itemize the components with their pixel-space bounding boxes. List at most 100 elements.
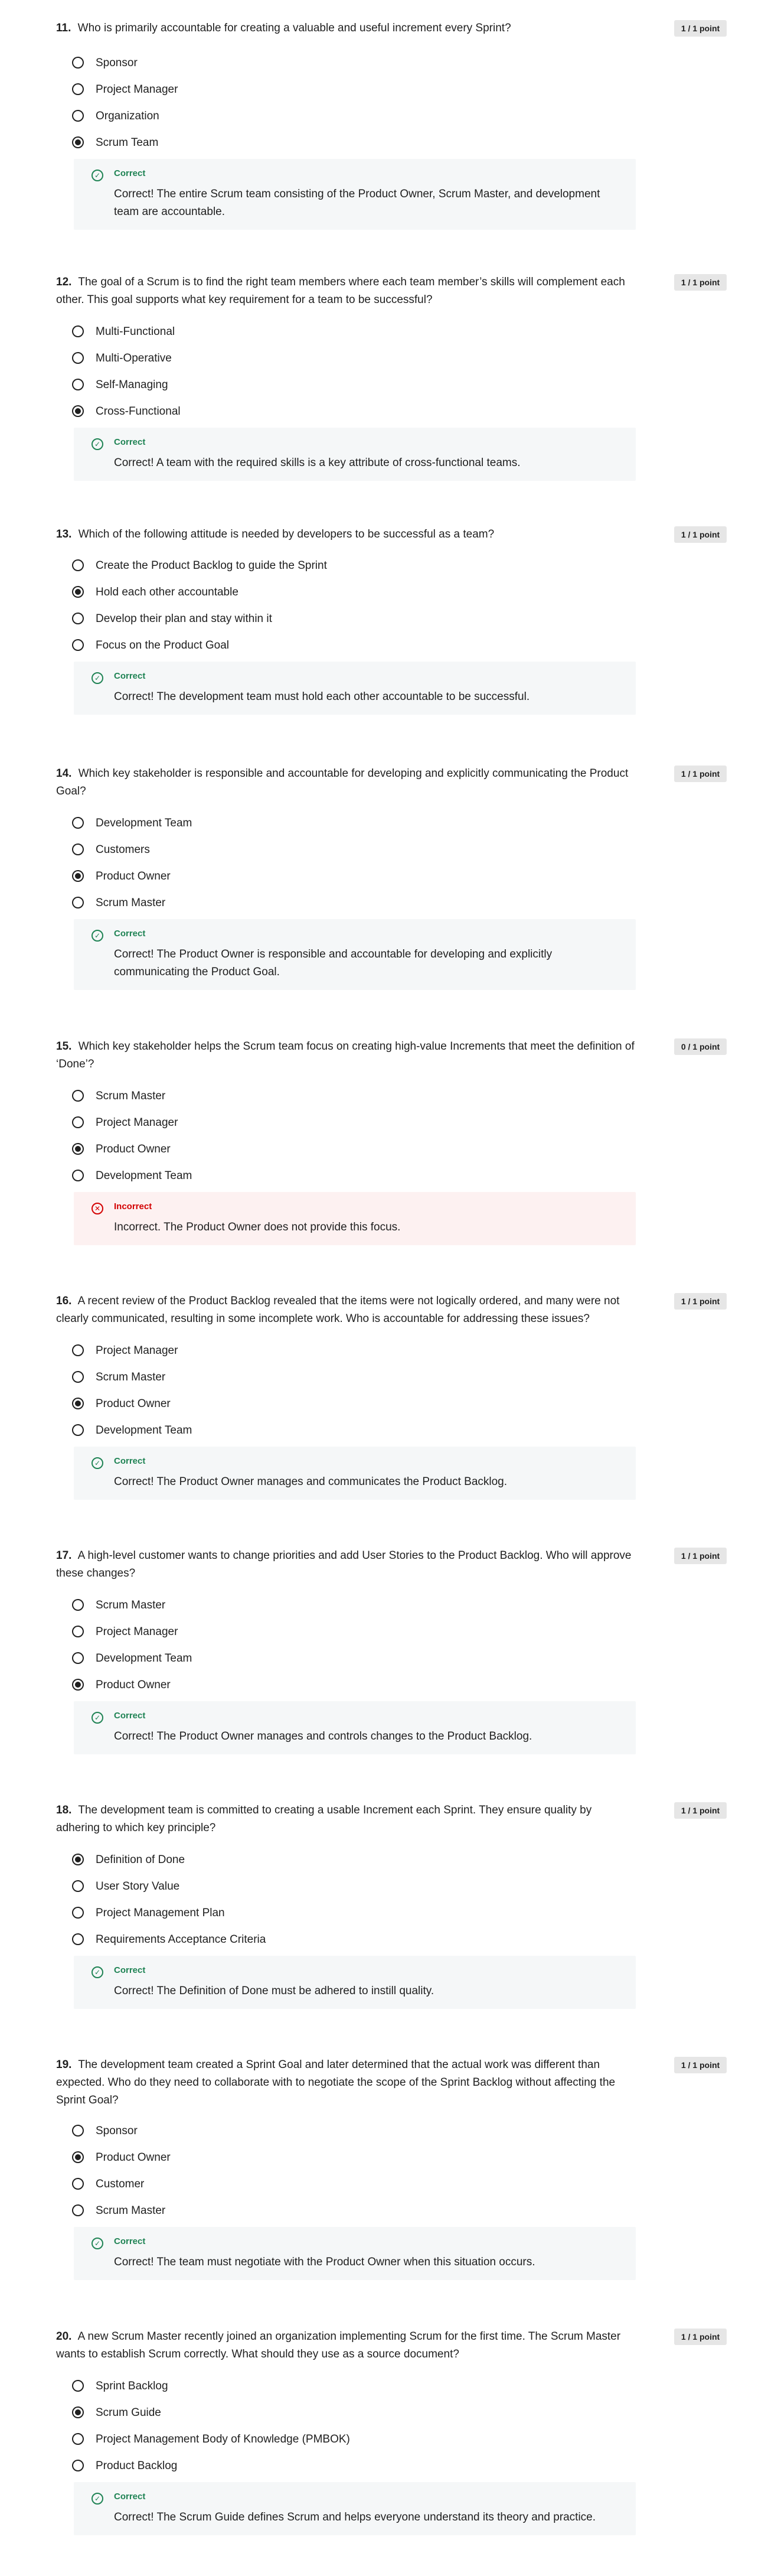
option-label: Focus on the Product Goal xyxy=(96,639,230,652)
question-prompt: 17. A high-level customer wants to chang… xyxy=(56,1547,638,1582)
question-prompt: 15. Which key stakeholder helps the Scru… xyxy=(56,1038,638,1073)
option-label: Product Owner xyxy=(96,2151,171,2164)
radio-button[interactable] xyxy=(72,897,84,908)
radio-button[interactable] xyxy=(72,1599,84,1611)
feedback-panel: ✓ Correct Correct! The entire Scrum team … xyxy=(74,159,636,230)
radio-button[interactable] xyxy=(72,1090,84,1102)
feedback-text: Correct! The Scrum Guide defines Scrum a… xyxy=(114,2511,596,2523)
question-prompt: 16. A recent review of the Product Backl… xyxy=(56,1292,638,1328)
radio-button[interactable] xyxy=(72,1424,84,1436)
radio-button[interactable] xyxy=(72,613,84,624)
radio-button[interactable] xyxy=(72,1371,84,1383)
radio-button[interactable] xyxy=(72,1344,84,1356)
feedback-panel: ✓ Correct Correct! The Scrum Guide define… xyxy=(74,2482,636,2535)
radio-button[interactable] xyxy=(72,352,84,364)
radio-button[interactable] xyxy=(72,2204,84,2216)
option-label: User Story Value xyxy=(96,1880,180,1893)
x-circle-icon: ✕ xyxy=(91,1203,103,1214)
radio-button-selected[interactable] xyxy=(72,2151,84,2163)
radio-button[interactable] xyxy=(72,2178,84,2190)
radio-button[interactable] xyxy=(72,1652,84,1664)
option-label: Project Manager xyxy=(96,1116,178,1129)
feedback-text: Correct! The Product Owner manages and c… xyxy=(114,1476,508,1488)
radio-button[interactable] xyxy=(72,110,84,122)
option-label: Development Team xyxy=(96,1170,192,1182)
option-label: Project Manager xyxy=(96,1626,178,1638)
radio-button[interactable] xyxy=(72,1116,84,1128)
question-number: 20. xyxy=(56,2330,72,2343)
question-text: The development team is committed to cre… xyxy=(56,1804,592,1834)
radio-button[interactable] xyxy=(72,1933,84,1945)
radio-button-selected[interactable] xyxy=(72,1679,84,1691)
radio-button[interactable] xyxy=(72,2460,84,2471)
feedback-text: Correct! The development team must hold … xyxy=(114,691,530,703)
radio-button[interactable] xyxy=(72,1880,84,1892)
radio-button-selected[interactable] xyxy=(72,870,84,882)
radio-button-selected[interactable] xyxy=(72,136,84,148)
option-label: Organization xyxy=(96,110,159,122)
feedback-panel: ✓ Correct Correct! The Product Owner mana… xyxy=(74,1447,636,1500)
points-badge: 1 / 1 point xyxy=(674,2329,727,2345)
option-label: Development Team xyxy=(96,1424,192,1437)
option-label: Product Backlog xyxy=(96,2460,178,2472)
feedback-text: Correct! A team with the required skills… xyxy=(114,457,521,469)
option-label: Customers xyxy=(96,844,150,856)
check-circle-icon: ✓ xyxy=(91,170,103,181)
question-number: 11. xyxy=(56,22,71,34)
radio-button[interactable] xyxy=(72,559,84,571)
radio-button[interactable] xyxy=(72,1626,84,1637)
option-label: Scrum Master xyxy=(96,1090,166,1102)
feedback-status: Correct xyxy=(114,671,146,681)
question-text: Which key stakeholder is responsible and… xyxy=(56,767,629,797)
feedback-text: Correct! The entire Scrum team consistin… xyxy=(114,188,600,218)
option-label: Sprint Backlog xyxy=(96,2380,168,2392)
question-text: Which of the following attitude is neede… xyxy=(78,528,495,540)
feedback-status: Correct xyxy=(114,1965,146,1975)
radio-button[interactable] xyxy=(72,83,84,95)
radio-button[interactable] xyxy=(72,325,84,337)
radio-button-selected[interactable] xyxy=(72,405,84,417)
radio-button[interactable] xyxy=(72,817,84,829)
question-prompt: 11. Who is primarily accountable for cre… xyxy=(56,19,638,37)
option-label: Project Manager xyxy=(96,1344,178,1357)
radio-button[interactable] xyxy=(72,1170,84,1181)
radio-button[interactable] xyxy=(72,2380,84,2392)
radio-button-selected[interactable] xyxy=(72,586,84,598)
option-label: Multi-Functional xyxy=(96,325,175,338)
question-text: The goal of a Scrum is to find the right… xyxy=(56,276,625,306)
option-label: Scrum Master xyxy=(96,1599,166,1611)
question-number: 19. xyxy=(56,2059,72,2071)
radio-button[interactable] xyxy=(72,2125,84,2137)
feedback-text: Correct! The Product Owner manages and c… xyxy=(114,1730,532,1743)
radio-button-selected[interactable] xyxy=(72,1398,84,1409)
feedback-status: Correct xyxy=(114,437,146,447)
points-badge: 1 / 1 point xyxy=(674,526,727,543)
radio-button-selected[interactable] xyxy=(72,1143,84,1155)
check-circle-icon: ✓ xyxy=(91,1712,103,1724)
radio-button[interactable] xyxy=(72,57,84,69)
feedback-status: Incorrect xyxy=(114,1201,152,1212)
option-label: Cross-Functional xyxy=(96,405,181,418)
question-number: 14. xyxy=(56,767,72,780)
radio-button[interactable] xyxy=(72,379,84,390)
feedback-panel: ✓ Correct Correct! The Definition of Done… xyxy=(74,1956,636,2009)
question-text: A high-level customer wants to change pr… xyxy=(56,1549,632,1580)
radio-button-selected[interactable] xyxy=(72,2406,84,2418)
radio-button[interactable] xyxy=(72,1907,84,1919)
check-circle-icon: ✓ xyxy=(91,2238,103,2249)
question-text: A recent review of the Product Backlog r… xyxy=(56,1295,620,1325)
radio-button-selected[interactable] xyxy=(72,1854,84,1865)
radio-button[interactable] xyxy=(72,639,84,651)
feedback-panel: ✓ Correct Correct! The team must negotiat… xyxy=(74,2227,636,2280)
feedback-panel: ✓ Correct Correct! The Product Owner mana… xyxy=(74,1701,636,1754)
check-circle-icon: ✓ xyxy=(91,1966,103,1978)
radio-button[interactable] xyxy=(72,844,84,855)
question-prompt: 14. Which key stakeholder is responsible… xyxy=(56,765,638,800)
question-number: 17. xyxy=(56,1549,72,1562)
points-badge: 1 / 1 point xyxy=(674,766,727,782)
feedback-text: Incorrect. The Product Owner does not pr… xyxy=(114,1221,401,1233)
option-label: Project Management Body of Knowledge (PM… xyxy=(96,2433,350,2445)
radio-button[interactable] xyxy=(72,2433,84,2445)
feedback-status: Correct xyxy=(114,2492,146,2502)
option-label: Requirements Acceptance Criteria xyxy=(96,1933,266,1946)
